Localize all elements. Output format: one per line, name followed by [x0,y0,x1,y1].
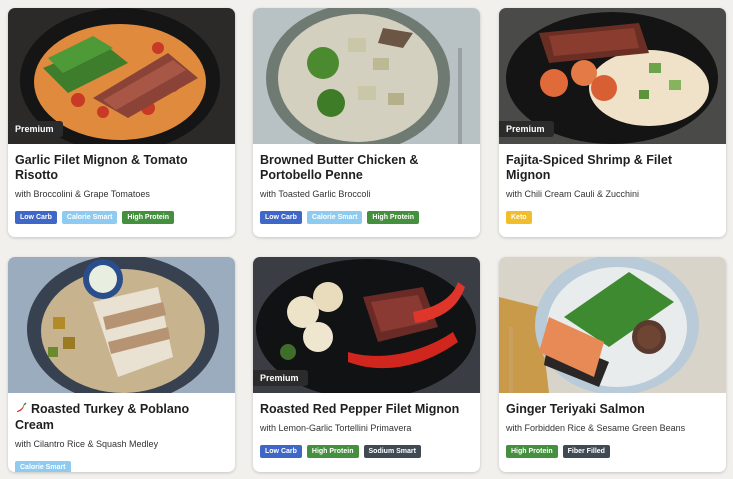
meal-photo[interactable]: Premium [8,8,235,144]
tag-list: Low Carb Calorie Smart High Protein [260,211,480,224]
tag-calorie-smart: Calorie Smart [61,211,118,224]
meal-title[interactable]: Garlic Filet Mignon & Tomato Risotto [15,153,227,183]
meal-photo[interactable]: Premium [499,8,726,144]
meal-subtitle: with Cilantro Rice & Squash Medley [15,439,159,449]
tag-list: Keto [506,211,726,224]
meal-photo-graphic [8,257,235,393]
premium-badge: Premium [8,121,63,137]
premium-badge: Premium [253,370,308,386]
premium-badge: Premium [499,121,554,137]
meal-card[interactable]: Premium Roasted Red Pepper Filet Mignon … [253,257,480,472]
meal-photo[interactable] [8,257,235,393]
meal-subtitle: with Toasted Garlic Broccoli [260,189,371,199]
tag-sodium-smart: Sodium Smart [363,445,421,458]
meal-title[interactable]: Roasted Turkey & Poblano Cream [15,402,227,433]
meal-title[interactable]: Roasted Red Pepper Filet Mignon [260,402,472,417]
tag-list: Low Carb Calorie Smart High Protein [15,211,235,224]
tag-list: Calorie Smart [15,461,235,472]
meal-card[interactable]: Premium Garlic Filet Mignon & Tomato Ris… [8,8,235,237]
tag-high-protein: High Protein [367,211,420,224]
meal-subtitle: with Lemon-Garlic Tortellini Primavera [260,423,412,433]
meal-title[interactable]: Browned Butter Chicken & Portobello Penn… [260,153,472,183]
meal-title-text: Roasted Turkey & Poblano Cream [15,402,190,432]
tag-calorie-smart: Calorie Smart [15,461,71,472]
tag-keto: Keto [506,211,532,224]
meal-subtitle: with Forbidden Rice & Sesame Green Beans [506,423,686,433]
meal-photo-graphic [253,8,480,144]
tag-fiber-filled: Fiber Filled [562,445,610,458]
meal-photo[interactable] [499,257,726,393]
meal-grid: Premium Garlic Filet Mignon & Tomato Ris… [0,0,733,479]
meal-card[interactable]: Roasted Turkey & Poblano Cream with Cila… [8,257,235,472]
meal-subtitle: with Chili Cream Cauli & Zucchini [506,189,640,199]
tag-low-carb: Low Carb [260,445,302,458]
meal-card[interactable]: Browned Butter Chicken & Portobello Penn… [253,8,480,237]
meal-subtitle: with Broccolini & Grape Tomatoes [15,189,150,199]
tag-high-protein: High Protein [506,445,558,458]
tag-low-carb: Low Carb [260,211,302,224]
tag-high-protein: High Protein [306,445,359,458]
meal-photo[interactable] [253,8,480,144]
tag-calorie-smart: Calorie Smart [306,211,363,224]
meal-card[interactable]: Ginger Teriyaki Salmon with Forbidden Ri… [499,257,726,472]
chili-pepper-icon [15,402,27,418]
tag-list: Low Carb High Protein Sodium Smart [260,445,480,458]
meal-title[interactable]: Ginger Teriyaki Salmon [506,402,718,417]
meal-title[interactable]: Fajita-Spiced Shrimp & Filet Mignon [506,153,718,183]
tag-high-protein: High Protein [122,211,175,224]
meal-photo[interactable]: Premium [253,257,480,393]
meal-photo-graphic [499,257,726,393]
tag-list: High Protein Fiber Filled [506,445,726,458]
meal-card[interactable]: Premium Fajita-Spiced Shrimp & Filet Mig… [499,8,726,237]
tag-low-carb: Low Carb [15,211,57,224]
